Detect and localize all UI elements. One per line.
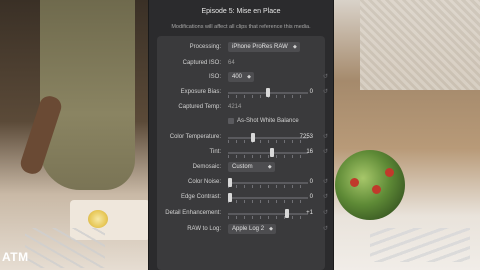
captured-temp-label: Captured Temp: bbox=[178, 104, 221, 110]
slider-ticks bbox=[228, 140, 308, 143]
processing-value: iPhone ProRes RAW bbox=[232, 44, 288, 50]
demosaic-label: Demosaic: bbox=[192, 164, 221, 170]
exposure-bias-slider-knob[interactable] bbox=[266, 88, 270, 97]
color-noise-slider-track[interactable] bbox=[228, 182, 308, 184]
tint-value[interactable]: 16 bbox=[306, 149, 313, 155]
color-temperature-slider-knob[interactable] bbox=[250, 133, 255, 142]
demosaic-popup[interactable]: Custom ◆ bbox=[228, 162, 275, 172]
reset-icon[interactable]: ↺ bbox=[323, 193, 328, 200]
tomato bbox=[385, 168, 394, 177]
edge-contrast-value[interactable]: 0 bbox=[310, 194, 313, 200]
row-edge-contrast: Edge Contrast: 0 ↺ bbox=[157, 192, 328, 204]
iso-label: ISO: bbox=[208, 74, 221, 80]
reset-icon[interactable]: ↺ bbox=[323, 88, 328, 95]
iso-popup[interactable]: 400 ◆ bbox=[228, 72, 255, 82]
captured-iso-label: Captured ISO: bbox=[182, 60, 221, 66]
utensils-left bbox=[25, 228, 105, 268]
as-shot-white-balance-label: As-Shot White Balance bbox=[237, 118, 299, 124]
reset-icon[interactable]: ↺ bbox=[323, 148, 328, 155]
row-captured-iso: Captured ISO: 64 bbox=[157, 58, 325, 70]
raw-to-log-label: RAW to Log: bbox=[187, 226, 221, 232]
color-temperature-value[interactable]: 7253 bbox=[300, 134, 313, 140]
chevron-updown-icon: ◆ bbox=[269, 226, 274, 232]
raw-settings-panel: Episode 5: Mise en Place Modifications w… bbox=[148, 0, 334, 270]
edge-contrast-label: Edge Contrast: bbox=[180, 194, 221, 200]
slider-ticks bbox=[228, 216, 308, 219]
reset-icon[interactable]: ↺ bbox=[323, 73, 328, 80]
row-processing: Processing: iPhone ProRes RAW ◆ bbox=[157, 42, 325, 54]
detail-enhancement-slider-track[interactable] bbox=[228, 213, 308, 215]
row-captured-temp: Captured Temp: 4214 bbox=[157, 102, 325, 114]
color-noise-label: Color Noise: bbox=[187, 179, 221, 185]
processing-label: Processing: bbox=[189, 44, 221, 50]
chevron-updown-icon: ◆ bbox=[247, 74, 252, 80]
tint-slider-knob[interactable] bbox=[269, 148, 274, 157]
row-color-temperature: Color Temperature: 7253 ↺ bbox=[157, 132, 328, 144]
tint-slider-track[interactable] bbox=[228, 152, 308, 154]
exposure-bias-label: Exposure Bias: bbox=[180, 89, 221, 95]
row-iso: ISO: 400 ◆ ↺ bbox=[157, 72, 328, 84]
color-temperature-slider-track[interactable] bbox=[228, 137, 308, 139]
slider-ticks bbox=[228, 200, 308, 203]
row-tint: Tint: 16 ↺ bbox=[157, 147, 328, 159]
raw-to-log-popup[interactable]: Apple Log 2 ◆ bbox=[228, 224, 277, 234]
processing-popup[interactable]: iPhone ProRes RAW ◆ bbox=[228, 42, 300, 52]
placemat bbox=[360, 0, 480, 90]
detail-enhancement-slider-knob[interactable] bbox=[285, 209, 289, 218]
forks bbox=[370, 228, 470, 262]
row-demosaic: Demosaic: Custom ◆ bbox=[157, 162, 325, 174]
color-temperature-label: Color Temperature: bbox=[169, 134, 221, 140]
chevron-updown-icon: ◆ bbox=[292, 44, 297, 50]
tomato bbox=[350, 178, 359, 187]
edge-contrast-slider-track[interactable] bbox=[228, 197, 308, 199]
detail-enhancement-value[interactable]: +1 bbox=[306, 210, 313, 216]
panel-title: Episode 5: Mise en Place bbox=[201, 8, 281, 15]
settings-form: Processing: iPhone ProRes RAW ◆ Captured… bbox=[157, 36, 328, 270]
detail-enhancement-label: Detail Enhancement: bbox=[165, 210, 221, 216]
demosaic-value: Custom bbox=[232, 164, 253, 170]
slider-ticks bbox=[228, 155, 308, 158]
tint-label: Tint: bbox=[209, 149, 221, 155]
as-shot-white-balance-checkbox[interactable] bbox=[228, 118, 234, 124]
salad-bowl bbox=[335, 150, 405, 220]
edge-contrast-slider-knob[interactable] bbox=[228, 193, 232, 202]
slider-ticks bbox=[228, 185, 308, 188]
reset-icon[interactable]: ↺ bbox=[323, 209, 328, 216]
iso-value: 400 bbox=[232, 74, 243, 80]
captured-temp-value: 4214 bbox=[228, 104, 242, 110]
lemon-slice bbox=[88, 210, 108, 228]
raw-to-log-value: Apple Log 2 bbox=[232, 226, 265, 232]
row-raw-to-log: RAW to Log: Apple Log 2 ◆ ↺ bbox=[157, 224, 328, 236]
chevron-updown-icon: ◆ bbox=[267, 164, 272, 170]
color-noise-slider-knob[interactable] bbox=[228, 178, 232, 187]
apron bbox=[40, 0, 135, 190]
channel-logo: ATM bbox=[2, 250, 29, 264]
color-noise-value[interactable]: 0 bbox=[310, 179, 313, 185]
reset-icon[interactable]: ↺ bbox=[323, 178, 328, 185]
row-color-noise: Color Noise: 0 ↺ bbox=[157, 177, 328, 189]
reset-icon[interactable]: ↺ bbox=[323, 133, 328, 140]
tomato bbox=[372, 185, 381, 194]
captured-iso-value: 64 bbox=[228, 60, 235, 66]
reset-icon[interactable]: ↺ bbox=[323, 225, 328, 232]
exposure-bias-value[interactable]: 0 bbox=[310, 89, 313, 95]
row-exposure-bias: Exposure Bias: 0 ↺ bbox=[157, 87, 328, 99]
row-detail-enhancement: Detail Enhancement: +1 ↺ bbox=[157, 208, 328, 220]
panel-subtitle: Modifications will affect all clips that… bbox=[171, 24, 311, 30]
row-as-shot-wb: As-Shot White Balance bbox=[157, 116, 325, 128]
